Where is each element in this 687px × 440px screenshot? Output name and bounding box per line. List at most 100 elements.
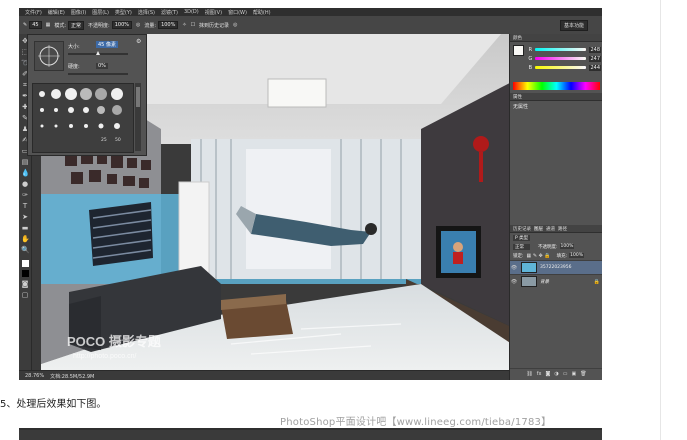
airbrush-icon[interactable]: ✧ <box>182 22 186 28</box>
layer-opacity-label: 不透明度: <box>538 244 558 250</box>
blur-tool-icon[interactable]: 💧 <box>21 169 30 177</box>
flow-field[interactable]: 100% <box>158 21 179 29</box>
page-watermark: PhotoShop平面设计吧【www.lineeg.com/tieba/1783… <box>280 417 552 428</box>
mode-select[interactable]: 正常 <box>68 20 85 30</box>
mode-label: 模式: <box>54 22 66 29</box>
history-checkbox[interactable]: ☐ <box>191 22 195 28</box>
shape-tool-icon[interactable]: ▬ <box>21 224 29 232</box>
opacity-field[interactable]: 100% <box>111 21 132 29</box>
zoom-tool-icon[interactable]: 🔍 <box>21 246 30 254</box>
preset-scrollbar-thumb[interactable] <box>136 87 140 107</box>
properties-tabs: 属性 <box>510 93 602 101</box>
next-screenshot-preview <box>19 428 602 440</box>
pressure-size-icon[interactable]: ◎ <box>233 22 237 28</box>
caption-text: 5、处理后效果如下图。 <box>0 399 107 410</box>
path-select-tool-icon[interactable]: ➤ <box>21 213 29 221</box>
page-scrollbar[interactable] <box>660 0 687 440</box>
g-slider[interactable] <box>534 57 587 60</box>
layers-footer: ⛓ fx ◙ ◑ ▭ ▣ 🗑 <box>510 368 602 378</box>
menu-item-select[interactable]: 选择(S) <box>138 9 155 16</box>
link-layers-icon[interactable]: ⛓ <box>526 371 532 377</box>
gradient-tool-icon[interactable]: ▤ <box>21 158 29 166</box>
lock-row: 锁定: ▦ ✎ ✥ 🔒 填充: 100% <box>510 251 602 260</box>
layer-row[interactable]: 👁 背景 🔒 <box>510 274 602 288</box>
lock-icons[interactable]: ▦ ✎ ✥ 🔒 <box>527 253 551 259</box>
menu-item-window[interactable]: 窗口(W) <box>228 9 247 16</box>
menu-item-edit[interactable]: 编辑(E) <box>48 9 65 16</box>
rgb-sliders: R 248 G 247 B 244 <box>526 45 601 72</box>
size-slider-thumb[interactable] <box>96 51 100 55</box>
tab-channels[interactable]: 通道 <box>546 226 555 232</box>
preset-number: 50 <box>115 138 121 143</box>
b-slider[interactable] <box>534 66 587 69</box>
preset-number: 25 <box>101 138 107 143</box>
brush-preset-grid: 25 50 <box>32 83 134 153</box>
right-panels: 颜色 R 248 G 247 B 244 属性 无属性 历史记录 图层 通道 路径 P… <box>509 34 602 380</box>
layer-kind-filter[interactable]: P 类型 <box>513 234 531 241</box>
g-value[interactable]: 247 <box>589 55 601 62</box>
size-field[interactable]: 45 像素 <box>96 41 118 48</box>
lock-label: 锁定: <box>513 253 524 259</box>
hand-tool-icon[interactable]: ✋ <box>21 235 30 243</box>
tab-layers[interactable]: 图层 <box>534 226 543 232</box>
menu-item-layer[interactable]: 图层(L) <box>92 9 109 16</box>
menu-bar: 文件(F) 编辑(E) 图像(I) 图层(L) 类型(Y) 选择(S) 滤镜(T… <box>19 8 602 16</box>
background-color-swatch[interactable] <box>21 270 29 277</box>
foreground-swatch[interactable] <box>513 45 524 56</box>
folder-icon[interactable]: ▭ <box>563 371 568 377</box>
new-layer-icon[interactable]: ▣ <box>571 371 576 377</box>
fill-field[interactable]: 100% <box>569 253 585 258</box>
dodge-tool-icon[interactable]: ● <box>21 180 29 188</box>
preset-scrollbar[interactable] <box>135 83 141 151</box>
mask-icon[interactable]: ◙ <box>546 371 551 377</box>
properties-panel: 无属性 <box>510 101 602 225</box>
brush-angle-preview[interactable] <box>34 41 64 71</box>
color-panel-tabs: 颜色 <box>510 34 602 42</box>
next-screenshot-menubar <box>19 428 602 430</box>
doc-size: 文档:28.5M/52.9M <box>50 373 95 380</box>
layer-row[interactable]: 👁 35722023956 <box>510 260 602 274</box>
tab-history[interactable]: 历史记录 <box>513 226 531 232</box>
photoshop-window: 文件(F) 编辑(E) 图像(I) 图层(L) 类型(Y) 选择(S) 滤镜(T… <box>19 8 602 380</box>
brush-panel-icon[interactable]: ▦ <box>46 22 51 28</box>
workspace-select[interactable]: 基本功能 <box>559 20 588 31</box>
hardness-slider[interactable] <box>68 73 128 75</box>
adjustment-icon[interactable]: ◑ <box>554 371 558 377</box>
size-slider[interactable] <box>68 51 128 55</box>
trash-icon[interactable]: 🗑 <box>580 371 586 377</box>
pressure-opacity-icon[interactable]: ◎ <box>136 22 140 28</box>
screen-mode-icon[interactable]: ▢ <box>21 291 29 299</box>
eye-icon[interactable]: 👁 <box>510 279 518 285</box>
b-value[interactable]: 244 <box>589 64 601 71</box>
layer-thumbnail <box>521 262 537 273</box>
menu-item-type[interactable]: 类型(Y) <box>115 9 132 16</box>
g-label: G <box>528 55 533 62</box>
hardness-field[interactable]: 0% <box>96 63 108 69</box>
menu-item-help[interactable]: 帮助(H) <box>253 9 271 16</box>
r-value[interactable]: 248 <box>589 46 601 53</box>
hardness-label: 硬度: <box>68 64 80 70</box>
properties-tab[interactable]: 属性 <box>513 94 522 100</box>
fx-icon[interactable]: fx <box>537 371 542 377</box>
type-tool-icon[interactable]: T <box>21 202 29 210</box>
menu-item-view[interactable]: 视图(V) <box>205 9 222 16</box>
color-tab[interactable]: 颜色 <box>513 35 522 41</box>
history-brush-icon[interactable]: ✎ <box>23 22 27 28</box>
brush-size-picker[interactable]: 45 <box>29 21 42 29</box>
menu-item-filter[interactable]: 滤镜(T) <box>161 9 178 16</box>
color-spectrum[interactable] <box>513 82 600 90</box>
quick-mask-icon[interactable]: ◙ <box>21 280 29 288</box>
pen-tool-icon[interactable]: ✑ <box>21 191 29 199</box>
eye-icon[interactable]: 👁 <box>510 265 518 271</box>
menu-item-image[interactable]: 图像(I) <box>71 9 86 16</box>
lock-icon: 🔒 <box>593 278 600 285</box>
menu-item-3d[interactable]: 3D(D) <box>184 9 199 15</box>
blend-mode-select[interactable]: 正常 <box>513 243 530 250</box>
gear-icon[interactable]: ⚙ <box>136 38 141 45</box>
menu-item-file[interactable]: 文件(F) <box>25 9 42 16</box>
r-slider[interactable] <box>534 48 587 51</box>
zoom-level[interactable]: 28.76% <box>25 373 44 379</box>
tab-paths[interactable]: 路径 <box>558 226 567 232</box>
layer-opacity-field[interactable]: 100% <box>559 244 575 249</box>
foreground-color-swatch[interactable] <box>21 260 29 267</box>
